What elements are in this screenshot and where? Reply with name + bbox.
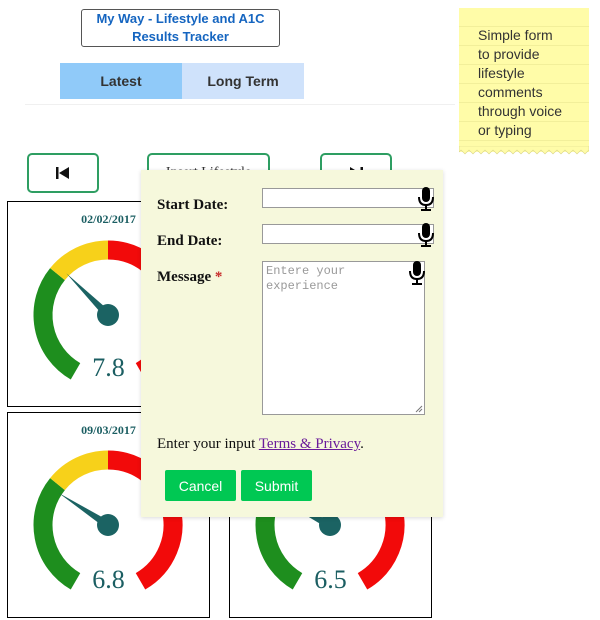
microphone-icon[interactable] (408, 260, 426, 286)
note-line: Simple form (478, 27, 553, 43)
start-date-label: Start Date: (157, 197, 229, 213)
gauge-yellow-band (50, 450, 109, 491)
note-torn-edge (459, 146, 589, 155)
submit-button[interactable]: Submit (241, 470, 312, 501)
cancel-button[interactable]: Cancel (165, 470, 236, 501)
note-line: through voice (478, 103, 563, 119)
terms-privacy-link[interactable]: Terms & Privacy (259, 436, 360, 452)
footer-end: . (360, 436, 364, 452)
gauge-yellow-band (50, 240, 109, 281)
sticky-note: Simple form to provide lifestyle comment… (459, 8, 589, 152)
gauge-hub (97, 304, 119, 326)
microphone-icon[interactable] (417, 222, 435, 248)
gauge-value: 6.8 (92, 565, 125, 594)
app-title-line1: My Way - Lifestyle and A1C (96, 11, 265, 26)
app-title: My Way - Lifestyle and A1C Results Track… (81, 9, 280, 47)
divider (25, 104, 455, 105)
message-label: Message * (157, 269, 222, 286)
terms-text: Enter your input Terms & Privacy. (157, 436, 364, 453)
resize-handle-icon[interactable] (415, 405, 423, 413)
message-placeholder: Entere your experience (266, 264, 346, 293)
note-line: lifestyle (478, 65, 525, 81)
gauge-hub (97, 514, 119, 536)
note-line: comments (478, 84, 543, 100)
skip-first-icon (56, 167, 69, 179)
lifestyle-form-popup: Start Date: End Date: Message * Entere y… (141, 170, 443, 517)
app-title-line2: Results Tracker (132, 29, 229, 44)
footer-text: Enter your input (157, 436, 256, 452)
tab-bar: Latest Long Term (60, 63, 304, 99)
end-date-input[interactable] (262, 224, 434, 244)
microphone-icon[interactable] (417, 186, 435, 212)
start-date-input[interactable] (262, 188, 434, 208)
first-button[interactable] (27, 153, 99, 193)
message-label-text: Message (157, 269, 212, 285)
tab-long-term[interactable]: Long Term (182, 63, 304, 99)
note-line: or typing (478, 122, 532, 138)
tab-latest[interactable]: Latest (60, 63, 182, 99)
message-textarea[interactable]: Entere your experience (262, 261, 425, 415)
gauge-value: 6.5 (314, 565, 347, 594)
gauge-hub (319, 514, 341, 536)
note-line: to provide (478, 46, 540, 62)
required-marker: * (214, 269, 223, 285)
end-date-label: End Date: (157, 233, 223, 249)
